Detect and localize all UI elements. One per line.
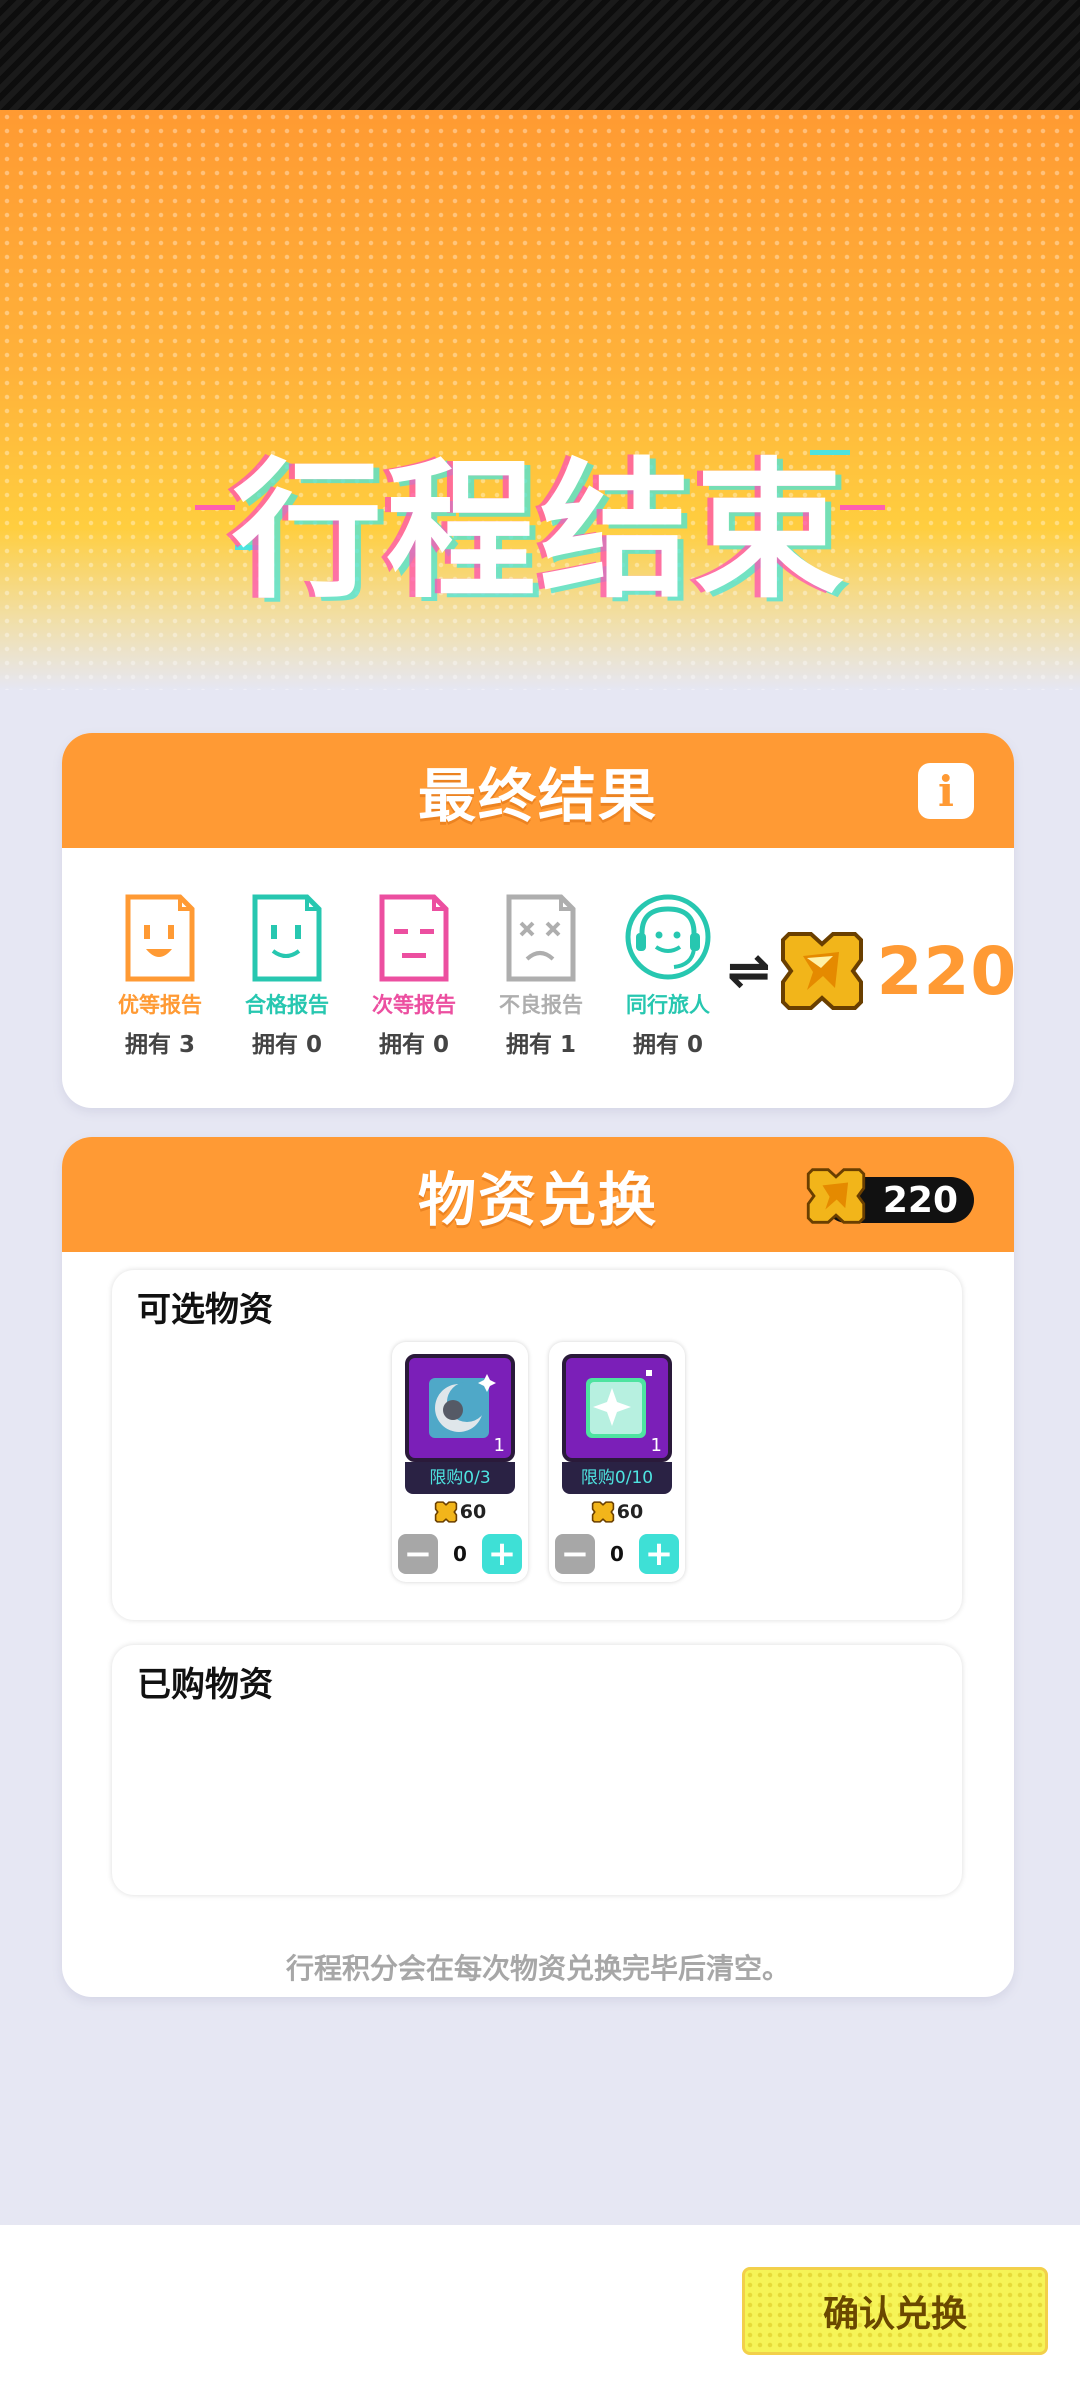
final-result-header: 最终结果 i: [62, 733, 1014, 848]
report-name: 优等报告: [118, 993, 202, 1017]
exchange-header: 物资兑换 220: [62, 1137, 1014, 1252]
report-count: 拥有 0: [632, 1032, 703, 1058]
exchange-title: 物资兑换: [417, 1165, 658, 1234]
exchange-arrows-icon: ⇌: [727, 941, 771, 1001]
report-count: 拥有 0: [251, 1032, 322, 1058]
points-balance: 220: [806, 1168, 974, 1224]
available-items-panel: 可选物资 1 限购0/3 60 − 0 + 1 限购0/10 60 − 0 +: [112, 1270, 962, 1620]
bad-report-icon: [506, 894, 576, 982]
decrease-button[interactable]: −: [555, 1534, 595, 1574]
item-price: 60: [549, 1500, 685, 1524]
report-count: 拥有 1: [505, 1032, 576, 1058]
purchase-limit: 限购0/10: [562, 1462, 672, 1494]
report-name: 同行旅人: [626, 993, 710, 1017]
decrease-button[interactable]: −: [398, 1534, 438, 1574]
item-quantity: 1: [650, 1435, 662, 1456]
status-bar: [0, 0, 1080, 110]
report-count: 拥有 3: [124, 1032, 195, 1058]
purchased-items-panel: 已购物资: [112, 1645, 962, 1895]
points-coin-icon: [806, 1168, 866, 1224]
points-summary: ⇌ 220: [727, 928, 1014, 1014]
item-quantity: 1: [493, 1435, 505, 1456]
purchased-items-title: 已购物资: [137, 1665, 273, 1705]
points-coin-icon: [434, 1501, 457, 1523]
report-list: 优等报告 拥有 3 合格报告 拥有 0 次等报告 拥有 0 不良报告 拥有 1 …: [62, 848, 1014, 1108]
bottom-bar: 确认兑换: [0, 2225, 1080, 2400]
moon-character-icon: 1: [405, 1354, 515, 1462]
companion-headset-icon: [625, 894, 711, 980]
quantity-stepper: − 0 +: [555, 1534, 679, 1574]
points-balance-value: 220: [882, 1179, 958, 1221]
points-reset-note: 行程积分会在每次物资兑换完毕后清空。: [285, 1952, 790, 1985]
quantity-value: 0: [610, 1542, 624, 1566]
increase-button[interactable]: +: [481, 1534, 522, 1574]
qualified-report-icon: [252, 894, 322, 982]
confirm-exchange-button[interactable]: 确认兑换: [742, 2267, 1048, 2355]
report-count: 拥有 0: [378, 1032, 449, 1058]
excellent-report-icon: [125, 894, 195, 982]
available-items-title: 可选物资: [137, 1290, 273, 1330]
exchange-card: 物资兑换 220 可选物资 1 限购0/3 60 − 0 + 1 限购0/10 …: [62, 1137, 1014, 1997]
report-name: 次等报告: [372, 993, 456, 1017]
item-price-value: 60: [459, 1501, 487, 1523]
report-companion: 同行旅人 拥有 0: [608, 893, 728, 1059]
report-inferior: 次等报告 拥有 0: [354, 893, 474, 1059]
item-price-value: 60: [616, 1501, 644, 1523]
sparkle-card-icon: 1: [562, 1354, 672, 1462]
item-price: 60: [392, 1500, 528, 1524]
quantity-value: 0: [453, 1542, 467, 1566]
points-coin-icon: [780, 932, 863, 1010]
points-coin-icon: [591, 1501, 614, 1523]
report-name: 不良报告: [499, 993, 583, 1017]
purchase-limit: 限购0/3: [405, 1462, 515, 1494]
quantity-stepper: − 0 +: [398, 1534, 522, 1574]
final-result-card: 最终结果 i 优等报告 拥有 3 合格报告 拥有 0 次等报告 拥有 0 不良报…: [62, 733, 1014, 1108]
report-bad: 不良报告 拥有 1: [481, 893, 601, 1059]
final-result-title: 最终结果: [417, 761, 658, 830]
hero-banner: 行程结束: [0, 110, 1080, 690]
report-excellent: 优等报告 拥有 3: [100, 893, 220, 1059]
report-qualified: 合格报告 拥有 0: [227, 893, 347, 1059]
report-name: 合格报告: [245, 993, 329, 1017]
page-title: 行程结束: [231, 445, 848, 619]
item-card[interactable]: 1 限购0/3 60 − 0 +: [392, 1342, 528, 1582]
inferior-report-icon: [379, 894, 449, 982]
increase-button[interactable]: +: [638, 1534, 679, 1574]
item-card[interactable]: 1 限购0/10 60 − 0 +: [549, 1342, 685, 1582]
info-button[interactable]: i: [918, 763, 974, 819]
total-points: 220: [876, 932, 1014, 1010]
